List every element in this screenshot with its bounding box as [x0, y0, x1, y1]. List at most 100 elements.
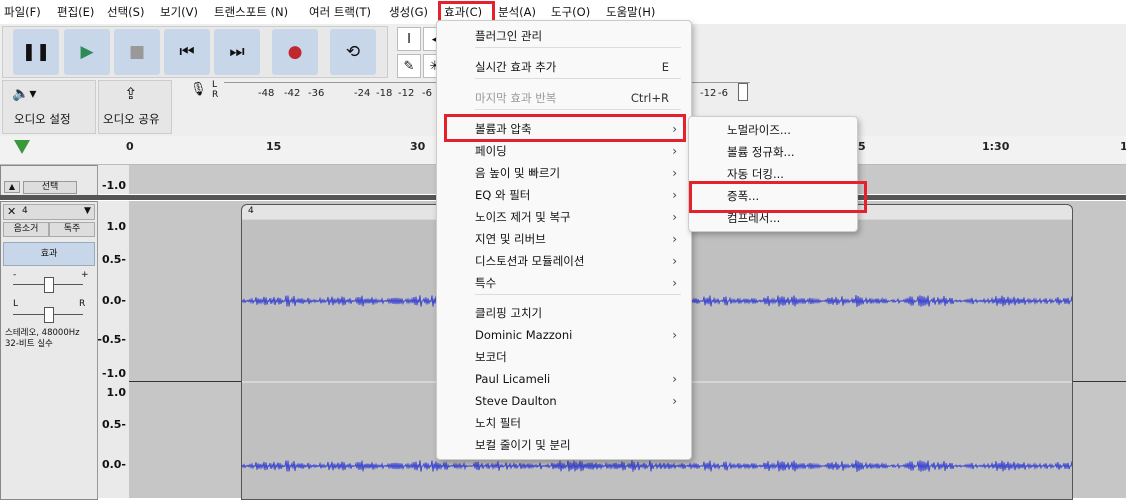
menu-transport[interactable]: 트랜스포트 (N) — [214, 4, 288, 20]
menu-separator — [475, 109, 681, 110]
collapse-up-icon[interactable]: ▲ — [4, 181, 20, 193]
submenu-item[interactable]: 증폭... — [689, 185, 857, 207]
effect-menu-item[interactable]: 음 높이 및 빠르기 › — [437, 162, 691, 184]
pan-r-label: R — [79, 299, 86, 309]
pan-slider[interactable] — [44, 307, 54, 323]
audio-settings-button[interactable]: 오디오 설정 — [14, 111, 71, 127]
submenu-item[interactable]: 자동 더킹... — [689, 163, 857, 185]
effect-menu-item[interactable]: 특수 › — [437, 272, 691, 294]
submenu-item-label: 증폭... — [727, 189, 760, 203]
effect-menu-item[interactable]: 실시간 효과 추가 E — [437, 56, 691, 78]
menu-separator — [475, 47, 681, 48]
pause-icon: ❚❚ — [21, 42, 51, 62]
close-icon[interactable]: ✕ — [7, 205, 16, 218]
skip-start-button[interactable]: ⏮ — [164, 29, 210, 75]
submenu-item[interactable]: 볼륨 정규화... — [689, 141, 857, 163]
menu-generate[interactable]: 생성(G) — [389, 4, 428, 20]
submenu-item[interactable]: 노멀라이즈... — [689, 119, 857, 141]
pencil-icon: ✎ — [403, 58, 415, 74]
pause-button[interactable]: ❚❚ — [13, 29, 59, 75]
menu-file[interactable]: 파일(F) — [4, 4, 41, 20]
scale-label: -1.0 — [101, 179, 126, 192]
gain-minus-label: - — [13, 270, 17, 280]
effect-menu-item[interactable]: 노이즈 제거 및 복구 › — [437, 206, 691, 228]
menu-edit[interactable]: 편집(E) — [57, 4, 94, 20]
waveform-right — [242, 460, 1072, 472]
meter-slider-handle[interactable] — [738, 83, 748, 101]
effect-menu-item[interactable]: 노치 필터 — [437, 412, 691, 434]
menu-analyze[interactable]: 분석(A) — [498, 4, 536, 20]
submenu-item[interactable]: 컴프레서... — [689, 207, 857, 229]
gain-slider[interactable] — [44, 277, 54, 293]
menu-item-label: 지연 및 리버브 — [475, 232, 546, 246]
submenu-item-label: 볼륨 정규화... — [727, 145, 795, 159]
menu-item-label: 마지막 효과 반복 — [475, 91, 557, 105]
skip-start-icon: ⏮ — [179, 42, 195, 62]
effect-menu-item[interactable]: 보코더 — [437, 346, 691, 368]
scale-label: 1.0 — [106, 386, 127, 399]
effect-menu-item[interactable]: Steve Daulton › — [437, 390, 691, 412]
skip-end-button[interactable]: ⏭ — [214, 29, 260, 75]
solo-button[interactable]: 독주 — [49, 222, 95, 237]
effect-menu-item[interactable]: 지연 및 리버브 › — [437, 228, 691, 250]
ruler-tick: 30 — [410, 140, 426, 153]
ruler-tick: 1:30 — [982, 140, 1010, 153]
menu-item-label: 볼륨과 압축 — [475, 122, 532, 136]
track-select-button[interactable]: 선택 — [23, 181, 77, 194]
menu-item-label: 플러그인 관리 — [475, 29, 543, 43]
play-head-icon[interactable] — [14, 140, 30, 154]
track-format: 스테레오, 48000Hz — [5, 328, 80, 338]
ruler-tick: 15 — [266, 140, 282, 153]
meter-tick: -18 — [376, 88, 393, 99]
track-header[interactable]: ✕ 4 ▼ — [3, 204, 95, 220]
effect-menu-item[interactable]: Paul Licameli › — [437, 368, 691, 390]
meter-tick: -36 — [308, 88, 325, 99]
menu-item-label: 페이딩 — [475, 144, 507, 158]
pan-l-label: L — [13, 299, 19, 309]
menu-item-label: EQ 와 필터 — [475, 188, 531, 202]
chevron-right-icon: › — [672, 188, 677, 202]
record-icon: ● — [287, 42, 303, 62]
microphone-icon: 🎙 — [190, 82, 207, 97]
menu-view[interactable]: 보기(V) — [160, 4, 198, 20]
menu-item-label: 보컬 줄이기 및 분리 — [475, 438, 571, 452]
draw-tool[interactable]: ✎ — [397, 54, 421, 78]
dropdown-icon[interactable]: ▼ — [84, 206, 91, 216]
menu-separator — [475, 294, 681, 295]
effect-menu-item[interactable]: 클리핑 고치기 — [437, 302, 691, 324]
menu-tracks[interactable]: 여러 트랙(T) — [309, 4, 371, 20]
menu-item-shortcut: Ctrl+R — [630, 91, 669, 105]
stop-button[interactable]: ■ — [114, 29, 160, 75]
menu-tools[interactable]: 도구(O) — [551, 4, 590, 20]
mute-button[interactable]: 음소거 — [3, 222, 49, 237]
track-control-panel: ✕ 4 ▼ 음소거 독주 효과 - + L R 스테레오, 48000Hz 32… — [0, 201, 98, 500]
loop-button[interactable]: ⟲ — [330, 29, 376, 75]
chevron-right-icon: › — [672, 254, 677, 268]
menu-item-label: 특수 — [475, 276, 497, 290]
effect-menu-item[interactable]: 보컬 줄이기 및 분리 — [437, 434, 691, 456]
effect-menu-item[interactable]: 볼륨과 압축 › — [437, 118, 691, 140]
effect-menu-item[interactable]: 디스토션과 모듈레이션 › — [437, 250, 691, 272]
play-icon: ▶ — [80, 42, 94, 62]
record-button[interactable]: ● — [272, 29, 318, 75]
chevron-right-icon: › — [672, 210, 677, 224]
audio-share-button[interactable]: 오디오 공유 — [103, 111, 160, 127]
track-bit-depth: 32-비트 실수 — [5, 339, 53, 349]
track-vertical-scale[interactable]: 1.0 0.5- 0.0- -0.5- -1.0 1.0 0.5- 0.0- — [97, 201, 130, 498]
selection-tool[interactable]: I — [397, 27, 421, 51]
effect-menu-item: 마지막 효과 반복 Ctrl+R — [437, 87, 691, 109]
chevron-right-icon: › — [672, 372, 677, 386]
menu-select[interactable]: 선택(S) — [107, 4, 144, 20]
effect-menu-item[interactable]: Dominic Mazzoni › — [437, 324, 691, 346]
track-name: 4 — [22, 206, 28, 216]
effects-button[interactable]: 효과 — [3, 242, 95, 266]
volume-compression-submenu: 노멀라이즈... 볼륨 정규화... 자동 더킹... 증폭... 컴프레서... — [688, 116, 858, 232]
menu-help[interactable]: 도움말(H) — [606, 4, 655, 20]
submenu-item-label: 노멀라이즈... — [727, 123, 791, 137]
loop-icon: ⟲ — [345, 42, 361, 62]
effect-menu-item[interactable]: 플러그인 관리 — [437, 25, 691, 47]
effect-menu-item[interactable]: EQ 와 필터 › — [437, 184, 691, 206]
meter-tick: -12 — [700, 88, 717, 99]
effect-menu-item[interactable]: 페이딩 › — [437, 140, 691, 162]
play-button[interactable]: ▶ — [64, 29, 110, 75]
